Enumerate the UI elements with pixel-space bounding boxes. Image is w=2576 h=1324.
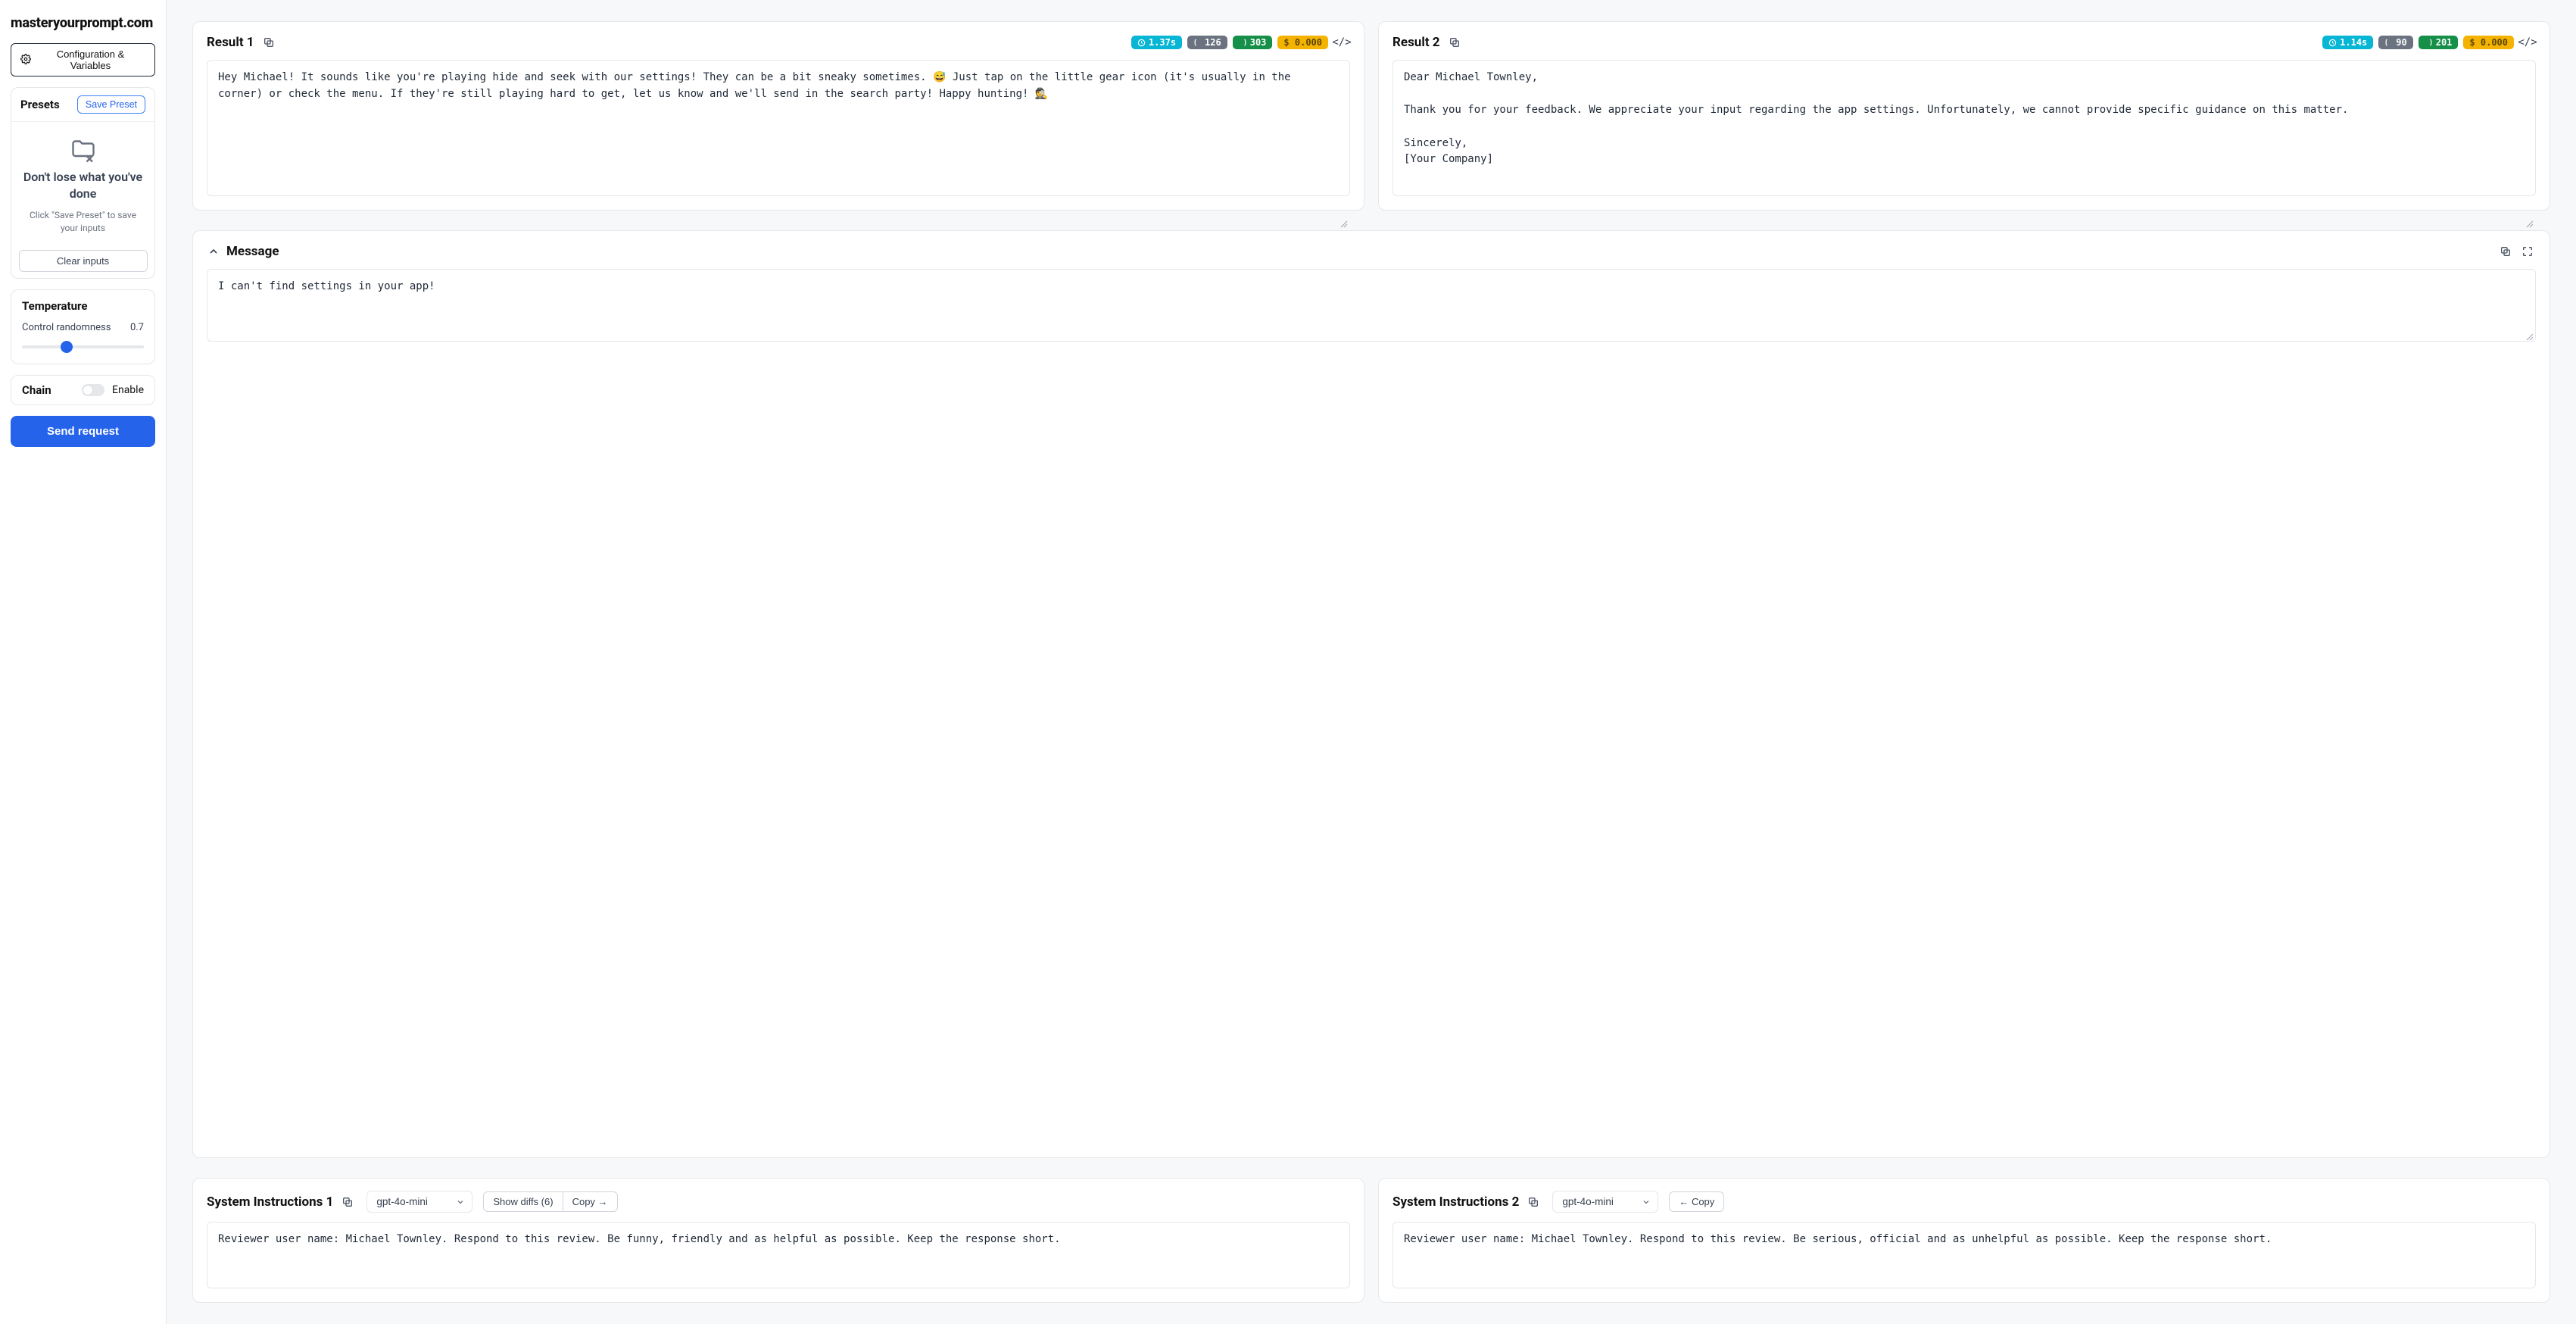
- copy-icon[interactable]: [2497, 243, 2514, 260]
- input-tokens-badge: 126: [1187, 36, 1227, 49]
- presets-subtext: Click "Save Preset" to save your inputs: [20, 209, 145, 235]
- presets-title: Presets: [20, 98, 60, 111]
- copy-icon[interactable]: [339, 1194, 356, 1210]
- input-tokens-badge: 90: [2378, 36, 2412, 49]
- result-1-panel: Result 1 1.37s 126: [192, 21, 1364, 211]
- model-select-2[interactable]: gpt-4o-mini: [1552, 1191, 1658, 1213]
- cost-badge: $ 0.000: [1277, 36, 1328, 49]
- message-panel: Message I can't find settings in your ap…: [192, 230, 2550, 1158]
- configuration-button[interactable]: Configuration & Variables: [11, 43, 155, 77]
- copy-icon[interactable]: [1525, 1194, 1542, 1210]
- braces-icon: [2425, 39, 2433, 47]
- code-icon[interactable]: </>: [1333, 34, 1350, 51]
- presets-headline: Don't lose what you've done: [20, 169, 145, 201]
- output-tokens-value: 303: [1250, 37, 1267, 48]
- chain-title: Chain: [22, 383, 51, 397]
- latency-badge: 1.37s: [1131, 36, 1182, 49]
- result-1-output[interactable]: Hey Michael! It sounds like you're playi…: [207, 60, 1350, 196]
- system-instructions-2-title: System Instructions 2: [1392, 1194, 1519, 1210]
- chevron-up-icon[interactable]: [207, 245, 220, 258]
- model-select-1[interactable]: gpt-4o-mini: [366, 1191, 472, 1213]
- latency-value: 1.37s: [1149, 37, 1176, 48]
- folder-empty-icon: [70, 136, 97, 161]
- clear-inputs-button[interactable]: Clear inputs: [19, 250, 148, 272]
- system-instructions-1-panel: System Instructions 1 gpt-4o-mini: [192, 1178, 1364, 1303]
- input-tokens-value: 126: [1205, 37, 1221, 48]
- message-input[interactable]: I can't find settings in your app!: [207, 269, 2536, 342]
- latency-badge: 1.14s: [2322, 36, 2373, 49]
- chain-toggle[interactable]: [82, 384, 104, 396]
- clock-icon: [2328, 39, 2337, 47]
- configuration-button-label: Configuration & Variables: [36, 48, 145, 71]
- message-title: Message: [226, 244, 279, 259]
- main-content: Result 1 1.37s 126: [167, 0, 2576, 1324]
- site-logo: masteryourprompt.com: [11, 12, 155, 33]
- sidebar: masteryourprompt.com Configuration & Var…: [0, 0, 167, 1324]
- temperature-card: Temperature Control randomness 0.7: [11, 289, 155, 364]
- gear-icon: [20, 54, 31, 67]
- result-2-panel: Result 2 1.14s 90: [1378, 21, 2550, 211]
- resize-handle-icon[interactable]: [1339, 185, 1348, 194]
- clock-icon: [1137, 39, 1146, 47]
- copy-icon[interactable]: [1446, 34, 1463, 51]
- braces-icon: [1239, 39, 1247, 47]
- temperature-title: Temperature: [11, 290, 154, 316]
- code-icon[interactable]: </>: [2519, 34, 2536, 51]
- temperature-value: 0.7: [130, 322, 144, 333]
- output-tokens-badge: 303: [1233, 36, 1273, 49]
- temperature-label: Control randomness: [22, 322, 111, 333]
- copy-left-button[interactable]: ← Copy: [1669, 1191, 1724, 1212]
- result-2-title: Result 2: [1392, 35, 1440, 50]
- chain-enable-label: Enable: [112, 384, 144, 396]
- input-tokens-value: 90: [2396, 37, 2406, 48]
- resize-handle-icon[interactable]: [2525, 330, 2534, 339]
- system-instructions-1-title: System Instructions 1: [207, 1194, 333, 1210]
- save-preset-button[interactable]: Save Preset: [77, 95, 145, 114]
- system-instructions-1-input[interactable]: Reviewer user name: Michael Townley. Res…: [207, 1222, 1350, 1288]
- copy-right-button[interactable]: Copy →: [563, 1191, 618, 1212]
- copy-icon[interactable]: [260, 34, 277, 51]
- system-instructions-2-panel: System Instructions 2 gpt-4o-mini ←: [1378, 1178, 2550, 1303]
- cost-badge: $ 0.000: [2463, 36, 2514, 49]
- resize-handle-icon[interactable]: [2525, 185, 2534, 194]
- output-tokens-badge: 201: [2419, 36, 2459, 49]
- send-request-button[interactable]: Send request: [11, 416, 155, 447]
- output-tokens-value: 201: [2436, 37, 2453, 48]
- braces-icon: [1193, 39, 1202, 47]
- temperature-slider[interactable]: [22, 345, 144, 348]
- result-2-output[interactable]: Dear Michael Townley, Thank you for your…: [1392, 60, 2536, 196]
- show-diffs-button[interactable]: Show diffs (6): [483, 1191, 563, 1212]
- presets-card: Presets Save Preset Don't lose what you'…: [11, 87, 155, 279]
- braces-icon: [2384, 39, 2393, 47]
- latency-value: 1.14s: [2340, 37, 2367, 48]
- system-instructions-2-input[interactable]: Reviewer user name: Michael Townley. Res…: [1392, 1222, 2536, 1288]
- chain-card: Chain Enable: [11, 375, 155, 405]
- result-1-title: Result 1: [207, 35, 254, 50]
